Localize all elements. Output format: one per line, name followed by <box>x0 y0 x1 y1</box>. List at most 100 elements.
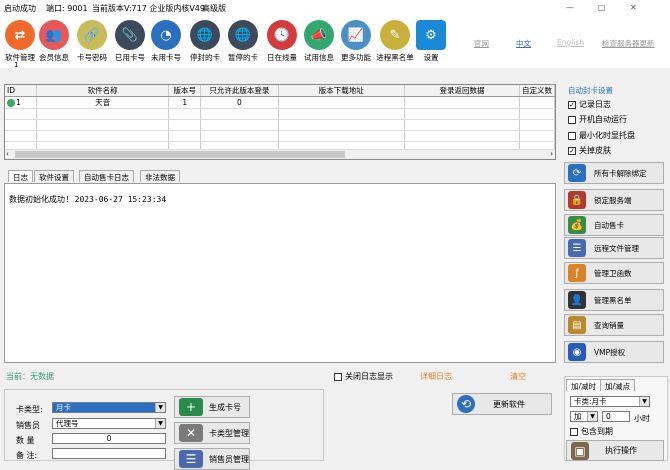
refresh-action-button[interactable]: ⟳ 所有卡解除绑定 <box>564 162 664 184</box>
tab-software-settings[interactable]: 软件设置 <box>34 170 74 182</box>
table-row[interactable]: 1 天音 1 0 <box>5 96 555 109</box>
money-bag-action-button[interactable]: 💰 自动售卡 <box>564 214 664 236</box>
cell-id: 1 <box>5 96 37 109</box>
toolbar-clock-button[interactable]: 🕓 日在线量 <box>265 20 299 63</box>
contact-action-button[interactable]: 👤 管理黑名单 <box>564 289 664 311</box>
gear-icon: ⚙ <box>416 20 446 50</box>
checkbox-box[interactable] <box>570 427 578 436</box>
minimize-button[interactable]: — <box>566 3 574 12</box>
autostart-checkbox[interactable]: 开机自动运行 <box>568 114 627 125</box>
lock-icon: 🔒 <box>568 191 586 209</box>
website-link[interactable]: 官网 <box>474 38 489 49</box>
toolbar-globe-button[interactable]: 🌐 停封的卡 <box>188 20 222 63</box>
col-custom[interactable]: 自定义数 <box>519 85 555 97</box>
detail-log-link[interactable]: 详细日志 <box>420 371 452 382</box>
table-header-row: ID 软件名称 版本号 只允许此版本登录 版本下载地址 登录返回数据 自定义数 <box>5 85 555 97</box>
checkbox-box[interactable]: ✓ <box>568 100 576 109</box>
toolbar-pie-chart-button[interactable]: ◔ 未用卡号 <box>149 20 183 63</box>
execute-button[interactable]: ▣ 执行操作 <box>566 440 664 461</box>
col-name[interactable]: 软件名称 <box>36 85 170 97</box>
checkbox-box[interactable] <box>568 131 576 140</box>
include-expired-checkbox[interactable]: 包含到期 <box>570 426 613 437</box>
toolbar-notepad-button[interactable]: ✎ 进程黑名单 <box>376 20 414 63</box>
toolbar-users-button[interactable]: 👥 会员信息 <box>37 20 71 63</box>
checkbox-box[interactable]: ✓ <box>568 146 576 155</box>
col-login-data[interactable]: 登录返回数据 <box>404 85 520 97</box>
chevron-down-icon[interactable]: ▼ <box>587 412 597 421</box>
function-action-button[interactable]: ƒ 管理卫函数 <box>564 262 664 284</box>
close-button[interactable]: ✕ <box>630 3 637 12</box>
chevron-down-icon[interactable]: ▼ <box>155 419 165 428</box>
paperclip-icon: 📎 <box>115 20 145 50</box>
toolbar-megaphone-button[interactable]: 📣 试用信息 <box>302 20 336 63</box>
col-version[interactable]: 版本号 <box>168 85 202 97</box>
toolbar-label: 设置 <box>423 53 439 62</box>
checkbox-box[interactable] <box>334 372 342 381</box>
close-log-checkbox[interactable]: 关闭日志显示 <box>334 371 393 382</box>
toolbar-globe-button[interactable]: 🌐 暂停的卡 <box>226 20 260 63</box>
clock-icon: 🕓 <box>267 20 297 50</box>
tab-add-points[interactable]: 加/减点 <box>600 379 636 391</box>
card-class-select[interactable]: 卡类:月卡 ▼ <box>570 396 650 407</box>
tab-add-time[interactable]: 加/减时 <box>566 379 602 391</box>
clear-log-link[interactable]: 清空 <box>510 371 526 382</box>
tab-auto-sell-log[interactable]: 自动售卡日志 <box>79 170 134 182</box>
line-chart-icon: 📈 <box>341 20 371 50</box>
plus-icon: + <box>179 398 203 416</box>
scroll-thumb[interactable] <box>15 151 345 158</box>
lock-action-button[interactable]: 🔒 锁定服务端 <box>564 189 664 211</box>
maximize-button[interactable]: □ <box>598 3 606 12</box>
card-type-select[interactable]: 月卡 ▼ <box>52 402 166 413</box>
toolbar-link-button[interactable]: 🔗 卡号密码 <box>75 20 109 63</box>
add-sub-select[interactable]: 加 ▼ <box>570 411 598 422</box>
disable-skin-checkbox[interactable]: ✓ 关掉皮肤 <box>568 145 611 156</box>
toolbar-line-chart-button[interactable]: 📈 更多功能 <box>339 20 373 63</box>
shield-action-button[interactable]: ◉ VMP授权 <box>564 341 664 363</box>
tab-illegal-data[interactable]: 非法数据 <box>140 170 180 182</box>
seller-icon: ☰ <box>179 450 203 468</box>
minimize-tray-checkbox[interactable]: 最小化时显托盘 <box>568 130 635 141</box>
report-action-button[interactable]: ▤ 查询销量 <box>564 314 664 336</box>
update-software-button[interactable]: ⟲ 更新软件 <box>452 393 552 415</box>
checkbox-box[interactable] <box>568 115 576 124</box>
tab-log[interactable]: 日志 <box>8 170 33 182</box>
refresh-icon: ⟲ <box>457 395 475 413</box>
refresh-icon: ⟳ <box>568 164 586 182</box>
lang-chinese-link[interactable]: 中文 <box>516 38 531 49</box>
seller-select[interactable]: 代理号 ▼ <box>52 418 166 429</box>
remark-input[interactable] <box>52 448 166 459</box>
toolbar-gear-button[interactable]: ⚙ 设置 <box>414 20 448 63</box>
title-bar: 启动成功 端口: 9001 当前版本V:717 企业版内核V49 高级版 — □… <box>0 0 670 16</box>
software-grid[interactable]: ID 软件名称 版本号 只允许此版本登录 版本下载地址 登录返回数据 自定义数 … <box>4 84 556 160</box>
chevron-down-icon[interactable]: ▼ <box>155 403 165 412</box>
cell-name: 天音 <box>36 96 170 109</box>
log-status: 当前：无数据 <box>6 372 54 381</box>
toolbar-paperclip-button[interactable]: 📎 已用卡号 <box>113 20 147 63</box>
card-type-mgmt-button[interactable]: ✕ 卡类型管理 <box>174 422 250 444</box>
scroll-right-icon[interactable]: › <box>550 150 553 158</box>
log-textarea[interactable]: 数据初始化成功! 2023-06-27 15:23:34 <box>4 183 556 363</box>
col-only-version[interactable]: 只允许此版本登录 <box>200 85 279 97</box>
lang-english-link[interactable]: English <box>557 38 584 47</box>
generate-cards-button[interactable]: + 生成卡号 <box>174 396 250 418</box>
chevron-down-icon[interactable]: ▼ <box>639 397 649 406</box>
check-update-link[interactable]: 检查服务器更新 <box>602 38 655 49</box>
col-id[interactable]: ID <box>5 85 37 97</box>
hours-input[interactable]: 0 <box>602 411 630 422</box>
horizontal-scrollbar[interactable]: ‹ › <box>5 149 555 159</box>
function-icon: ƒ <box>568 264 586 282</box>
auto-card-settings-link[interactable]: 自动封卡设置 <box>568 85 613 96</box>
seller-mgmt-button[interactable]: ☰ 销售员管理 <box>174 448 250 470</box>
record-log-checkbox[interactable]: ✓ 记录日志 <box>568 99 611 110</box>
globe-icon: 🌐 <box>228 20 258 50</box>
action-button-label: 管理卫函数 <box>594 268 632 278</box>
server-status: 启动成功 <box>4 4 36 13</box>
table-row-empty <box>5 108 555 120</box>
col-download[interactable]: 版本下载地址 <box>278 85 405 97</box>
scroll-left-icon[interactable]: ‹ <box>6 150 9 158</box>
software-table: ID 软件名称 版本号 只允许此版本登录 版本下载地址 登录返回数据 自定义数 … <box>5 85 555 153</box>
file-list-action-button[interactable]: ☰ 远程文件管理 <box>564 237 664 259</box>
contact-icon: 👤 <box>568 291 586 309</box>
quantity-input[interactable]: 0 <box>52 433 166 444</box>
execute-icon: ▣ <box>571 441 589 460</box>
